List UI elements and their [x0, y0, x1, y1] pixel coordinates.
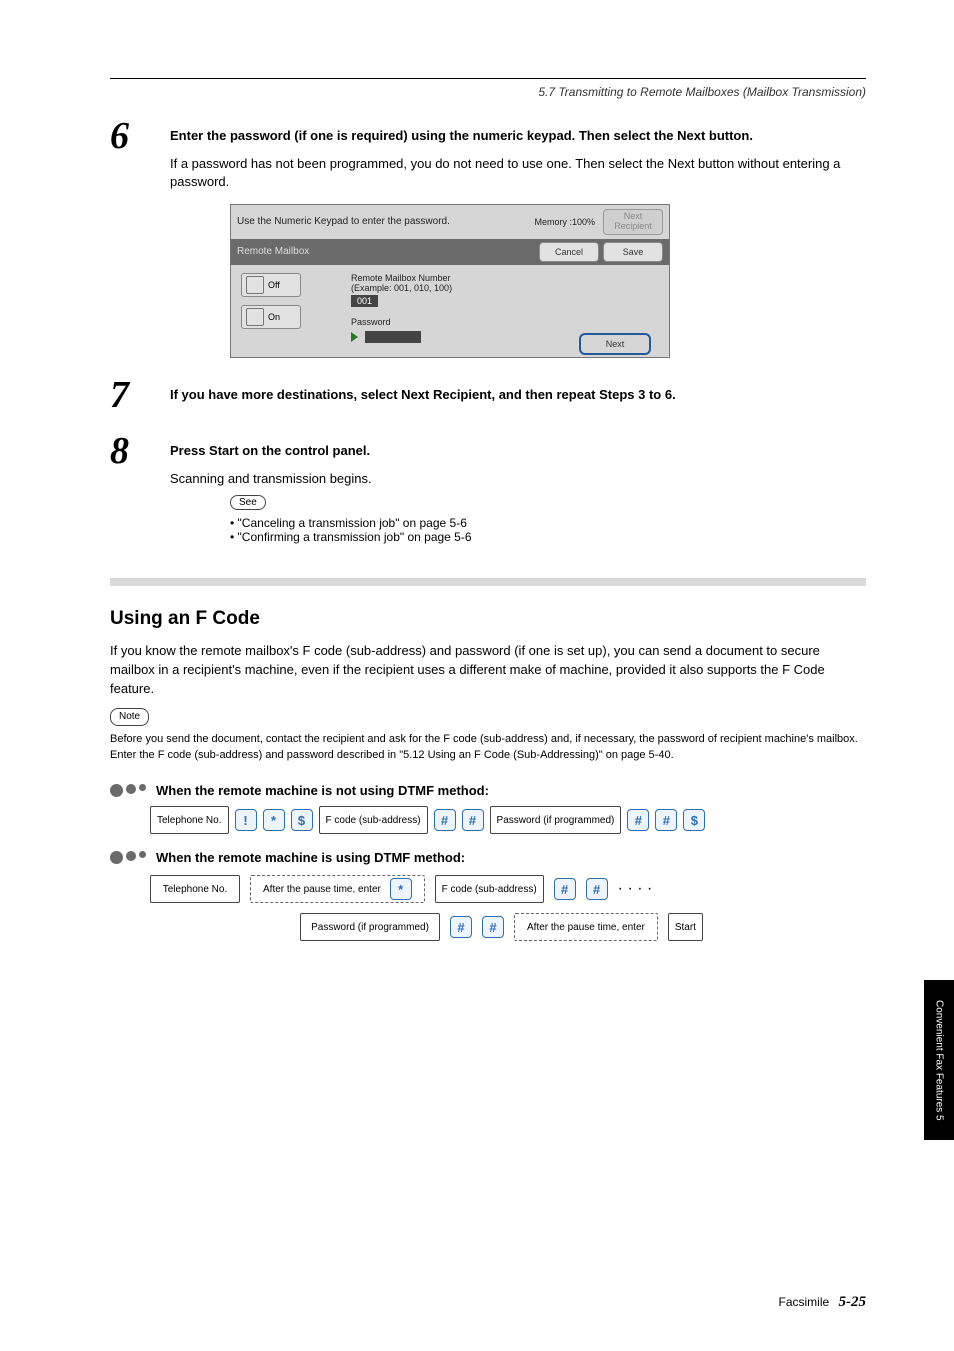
page-number: 5-25: [839, 1294, 867, 1310]
ui-title-bar: Remote Mailbox Cancel Save: [231, 239, 669, 265]
key-hash-8: #: [482, 916, 504, 938]
key-hash-5: #: [554, 878, 576, 900]
step-6-sub: If a password has not been programmed, y…: [170, 155, 866, 191]
procedure-dots-icon-2: [110, 851, 146, 864]
key-hash-4: #: [655, 809, 677, 831]
cursor-triangle-icon: [351, 332, 358, 342]
footer-text: Facsimile: [778, 1295, 829, 1309]
key-hash-6: #: [586, 878, 608, 900]
key-star-2: *: [390, 878, 412, 900]
slot-telephone-2: Telephone No.: [150, 875, 240, 903]
header-rule: [110, 78, 866, 79]
step-8: 8 Press Start on the control panel. Scan…: [110, 432, 866, 488]
key-hash-1: #: [434, 809, 456, 831]
see-block: See "Canceling a transmission job" on pa…: [230, 494, 866, 544]
procedure-dots-icon: [110, 784, 146, 797]
see-bullet-2: "Confirming a transmission job" on page …: [230, 530, 866, 544]
note-badge: Note: [110, 708, 149, 726]
on-label: On: [268, 312, 280, 322]
key-dollar-2: $: [683, 809, 705, 831]
key-hash-3: #: [627, 809, 649, 831]
cancel-button[interactable]: Cancel: [539, 242, 599, 262]
key-dollar: $: [291, 809, 313, 831]
memory-indicator: Memory :100%: [534, 217, 595, 227]
key-exclaim: !: [235, 809, 257, 831]
rmb-example: (Example: 001, 010, 100): [351, 283, 659, 293]
rmb-value: 001: [351, 295, 378, 307]
procedure-2-diagram: Telephone No. After the pause time, ente…: [150, 875, 866, 941]
on-toggle-box: [246, 308, 264, 326]
note-text: Before you send the document, contact th…: [110, 732, 866, 763]
slot-fcode: F code (sub-address): [319, 806, 428, 834]
see-badge: See: [230, 495, 266, 510]
slot-password: Password (if programmed): [490, 806, 622, 834]
step-8-lead: Press Start on the control panel.: [170, 442, 866, 460]
off-toggle-box: [246, 276, 264, 294]
dashed-pause-1-text: After the pause time, enter: [263, 884, 381, 895]
ui-panel-topbar: Use the Numeric Keypad to enter the pass…: [231, 205, 669, 239]
password-field[interactable]: [365, 331, 421, 343]
off-toggle[interactable]: Off: [241, 273, 301, 297]
off-label: Off: [268, 280, 280, 290]
ui-screenshot: Use the Numeric Keypad to enter the pass…: [230, 204, 866, 358]
ui-title: Remote Mailbox: [237, 246, 535, 257]
dashed-pause-1: After the pause time, enter *: [250, 875, 425, 903]
key-star: *: [263, 809, 285, 831]
procedure-1-keys: Telephone No. ! * $ F code (sub-address)…: [150, 806, 866, 834]
key-hash-7: #: [450, 916, 472, 938]
slot-telephone: Telephone No.: [150, 806, 229, 834]
section-divider: [110, 578, 866, 586]
next-button[interactable]: Next: [579, 333, 651, 355]
dashed-pause-2: After the pause time, enter: [514, 913, 658, 941]
password-label: Password: [351, 317, 659, 327]
step-7-lead: If you have more destinations, select Ne…: [170, 386, 866, 404]
step-8-sub: Scanning and transmission begins.: [170, 470, 866, 488]
slot-password-2: Password (if programmed): [300, 913, 440, 941]
ui-panel: Use the Numeric Keypad to enter the pass…: [230, 204, 670, 358]
step-6: 6 Enter the password (if one is required…: [110, 117, 866, 192]
slot-start: Start: [668, 913, 703, 941]
save-button[interactable]: Save: [603, 242, 663, 262]
ui-instruction-text: Use the Numeric Keypad to enter the pass…: [237, 216, 534, 227]
step-number-7: 7: [110, 376, 170, 414]
next-recipient-button[interactable]: Next Recipient: [603, 209, 663, 235]
section-para-1: If you know the remote mailbox's F code …: [110, 642, 866, 699]
slot-fcode-2: F code (sub-address): [435, 875, 544, 903]
step-number-8: 8: [110, 432, 170, 470]
see-bullet-1: "Canceling a transmission job" on page 5…: [230, 516, 866, 530]
note-block: Note Before you send the document, conta…: [110, 708, 866, 763]
step-7: 7 If you have more destinations, select …: [110, 376, 866, 414]
section-title: Using an F Code: [110, 608, 866, 630]
toggle-group: Off On: [241, 273, 331, 343]
procedure-1-heading: When the remote machine is not using DTM…: [110, 783, 866, 798]
on-toggle[interactable]: On: [241, 305, 301, 329]
step-6-lead: Enter the password (if one is required) …: [170, 127, 866, 145]
procedure-1-title: When the remote machine is not using DTM…: [156, 783, 489, 798]
key-hash-2: #: [462, 809, 484, 831]
side-tab: Convenient Fax Features 5: [924, 980, 954, 1140]
section-header: 5.7 Transmitting to Remote Mailboxes (Ma…: [110, 85, 866, 99]
procedure-2-heading: When the remote machine is using DTMF me…: [110, 850, 866, 865]
continuation-dots: · · · ·: [618, 880, 653, 898]
procedure-2-title: When the remote machine is using DTMF me…: [156, 850, 465, 865]
step-number-6: 6: [110, 117, 170, 155]
rmb-label: Remote Mailbox Number: [351, 273, 659, 283]
footer: Facsimile 5-25: [778, 1294, 866, 1311]
